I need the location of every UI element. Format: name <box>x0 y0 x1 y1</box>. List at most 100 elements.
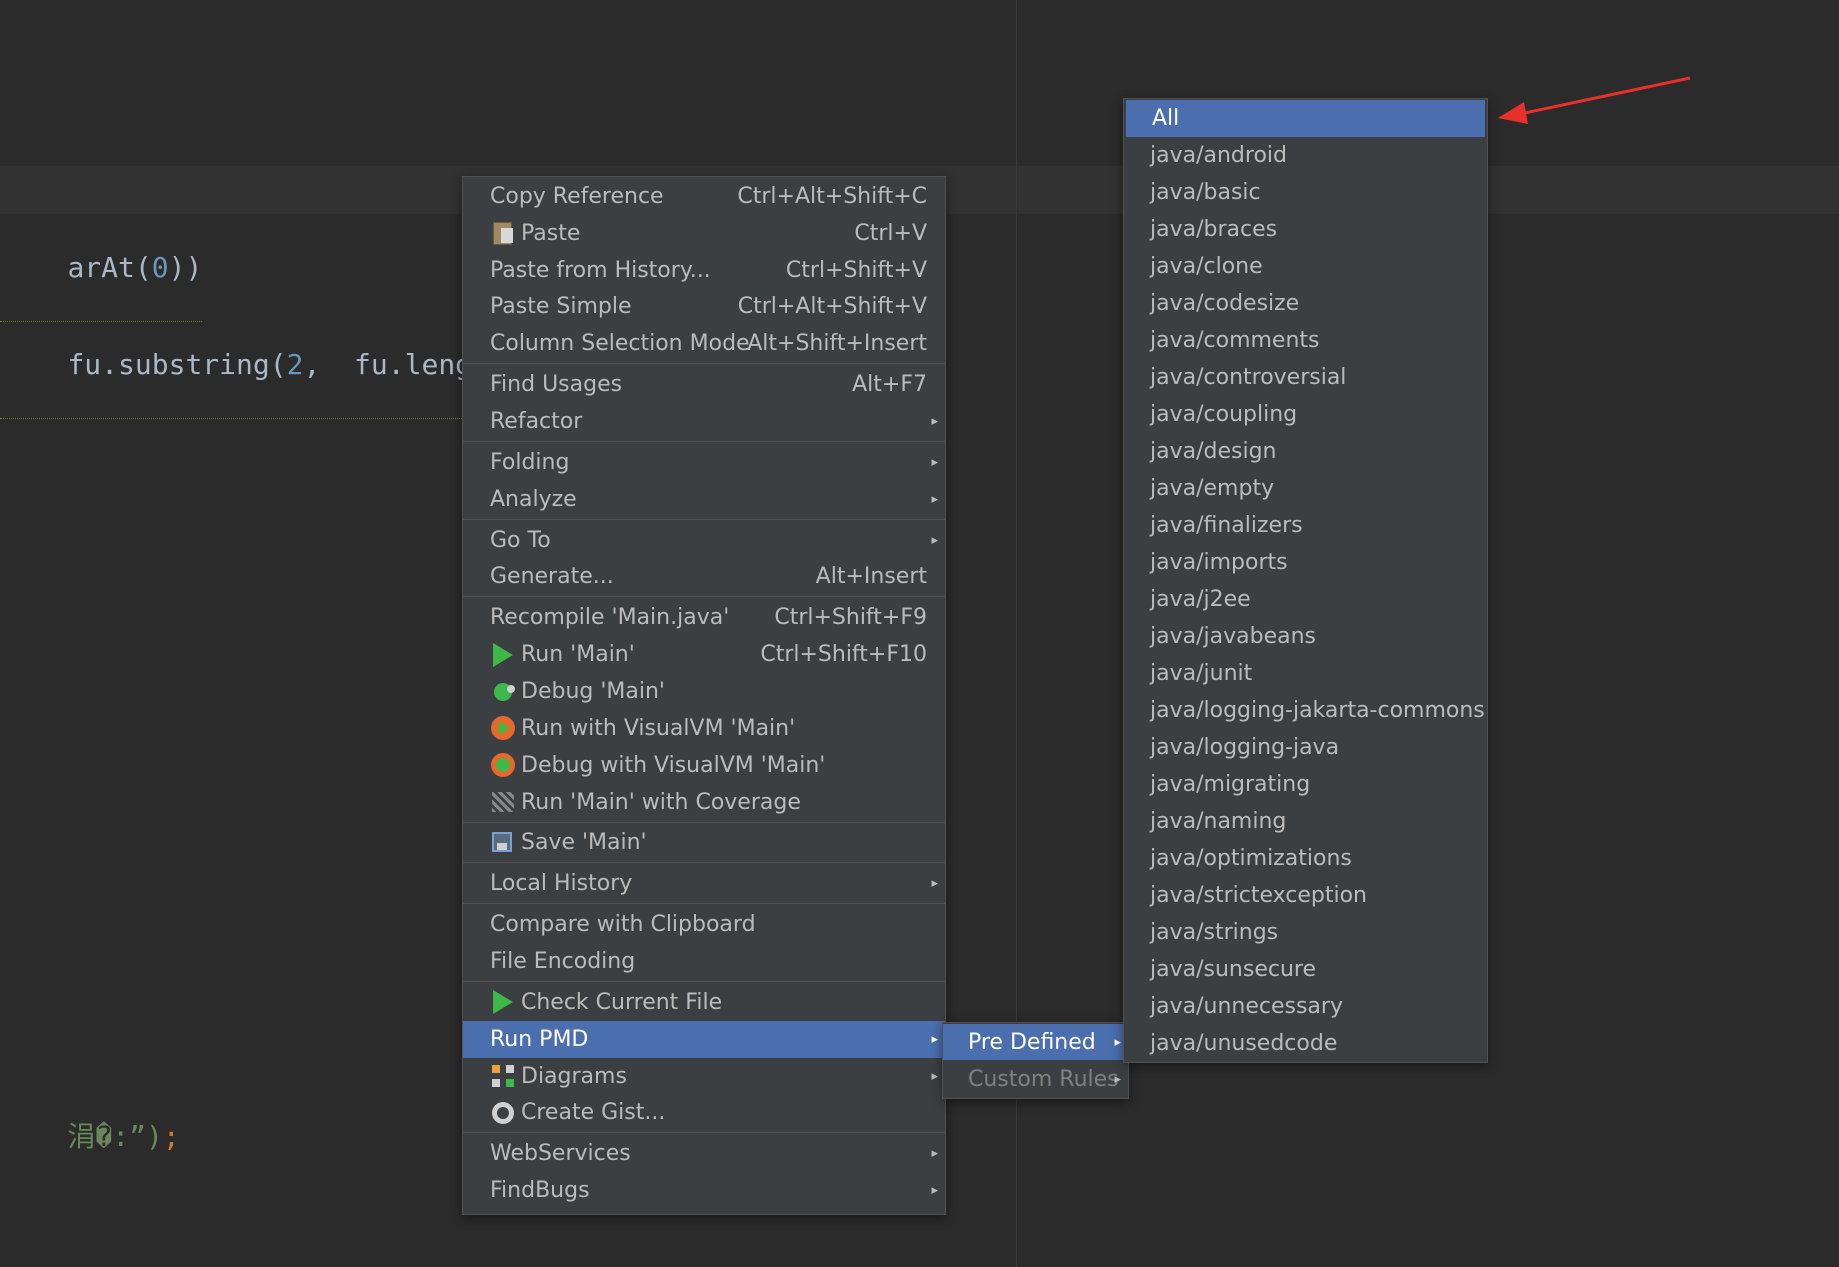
menu-item-shortcut: Ctrl+V <box>854 220 927 246</box>
menu-item-text: WebServices <box>490 1141 631 1167</box>
menu-item-column-selection-mode[interactable]: Column Selection Mode Alt+Shift+Insert <box>463 325 945 362</box>
menu-item-text: Run 'Main' <box>521 642 635 668</box>
submenu-arrow-icon: ▸ <box>1114 1034 1121 1050</box>
menu-item-text: Create Gist... <box>521 1100 666 1126</box>
menu-item-label: Paste Simple <box>490 294 632 319</box>
rule-item-java-sunsecure[interactable]: java/sunsecure <box>1124 951 1487 988</box>
rule-item-java-unusedcode[interactable]: java/unusedcode <box>1124 1025 1487 1062</box>
menu-item-findbugs[interactable]: FindBugs ▸ <box>463 1172 945 1209</box>
rule-item-java-controversial[interactable]: java/controversial <box>1124 359 1487 396</box>
coverage-icon <box>490 789 516 815</box>
menu-separator <box>463 980 945 982</box>
menu-item-label: Go To <box>490 528 551 553</box>
submenu-arrow-icon: ▸ <box>931 454 938 470</box>
submenu-arrow-icon: ▸ <box>931 414 938 430</box>
rule-item-java-basic[interactable]: java/basic <box>1124 174 1487 211</box>
menu-item-run-with-visualvm-main[interactable]: Run with VisualVM 'Main' <box>463 710 945 747</box>
rule-item-java-finalizers[interactable]: java/finalizers <box>1124 507 1487 544</box>
menu-item-custom-rules[interactable]: Custom Rules ▸ <box>943 1061 1128 1097</box>
menu-item-text: Run 'Main' with Coverage <box>521 789 801 815</box>
rule-item-java-comments[interactable]: java/comments <box>1124 322 1487 359</box>
menu-item-text: Analyze <box>490 486 577 512</box>
rule-item-java-imports[interactable]: java/imports <box>1124 544 1487 581</box>
menu-item-text: Generate... <box>490 564 614 590</box>
rule-item-java-migrating[interactable]: java/migrating <box>1124 766 1487 803</box>
menu-item-text: Paste from History... <box>490 257 711 283</box>
rule-item-java-logging-java[interactable]: java/logging-java <box>1124 729 1487 766</box>
code-semicolon: ; <box>162 1120 180 1153</box>
code-number: 0 <box>151 251 169 284</box>
menu-item-label: Custom Rules <box>968 1066 1119 1092</box>
rule-item-java-clone[interactable]: java/clone <box>1124 248 1487 285</box>
menu-item-label: Copy Reference <box>490 184 664 209</box>
menu-item-webservices[interactable]: WebServices ▸ <box>463 1135 945 1172</box>
menu-item-label: Run PMD <box>490 1027 588 1052</box>
menu-item-create-gist[interactable]: Create Gist... <box>463 1095 945 1132</box>
menu-item-generate[interactable]: Generate... Alt+Insert <box>463 559 945 596</box>
rule-item-java-optimizations[interactable]: java/optimizations <box>1124 840 1487 877</box>
code-token: arAt <box>67 251 135 284</box>
menu-separator <box>463 363 945 365</box>
rule-item-java-design[interactable]: java/design <box>1124 433 1487 470</box>
diagrams-icon <box>490 1063 516 1089</box>
menu-item-recompile-main-java[interactable]: Recompile 'Main.java' Ctrl+Shift+F9 <box>463 599 945 636</box>
rule-item-java-android[interactable]: java/android <box>1124 137 1487 174</box>
menu-item-label: Column Selection Mode <box>490 331 750 356</box>
rule-item-label: java/j2ee <box>1150 587 1251 612</box>
menu-item-run-pmd[interactable]: Run PMD ▸ <box>463 1020 945 1058</box>
menu-item-paste[interactable]: Paste Ctrl+V <box>463 215 945 252</box>
rule-item-java-javabeans[interactable]: java/javabeans <box>1124 618 1487 655</box>
menu-item-analyze[interactable]: Analyze ▸ <box>463 481 945 518</box>
menu-item-copy-reference[interactable]: Copy Reference Ctrl+Alt+Shift+C <box>463 178 945 215</box>
visualvm-run-icon <box>490 715 516 741</box>
rule-item-java-naming[interactable]: java/naming <box>1124 803 1487 840</box>
menu-item-save-main[interactable]: Save 'Main' <box>463 825 945 862</box>
menu-separator <box>463 518 945 520</box>
menu-item-label: Debug with VisualVM 'Main' <box>490 752 825 778</box>
submenu-arrow-icon: ▸ <box>931 1146 938 1162</box>
menu-item-compare-with-clipboard[interactable]: Compare with Clipboard <box>463 906 945 943</box>
menu-item-paste-from-history[interactable]: Paste from History... Ctrl+Shift+V <box>463 252 945 289</box>
menu-item-text: Paste Simple <box>490 294 632 320</box>
menu-item-check-current-file[interactable]: Check Current File <box>463 984 945 1021</box>
rule-item-label: java/design <box>1150 439 1277 464</box>
menu-item-go-to[interactable]: Go To ▸ <box>463 522 945 559</box>
rule-item-all[interactable]: All <box>1126 100 1485 137</box>
rule-item-label: java/naming <box>1150 809 1287 834</box>
save-icon <box>490 830 516 856</box>
rule-item-java-codesize[interactable]: java/codesize <box>1124 285 1487 322</box>
menu-item-refactor[interactable]: Refactor ▸ <box>463 403 945 440</box>
menu-item-label: Run 'Main' <box>490 642 635 668</box>
menu-item-paste-simple[interactable]: Paste Simple Ctrl+Alt+Shift+V <box>463 289 945 326</box>
menu-item-folding[interactable]: Folding ▸ <box>463 444 945 481</box>
menu-item-local-history[interactable]: Local History ▸ <box>463 865 945 902</box>
rule-item-label: java/finalizers <box>1150 513 1303 538</box>
rule-item-label: java/sunsecure <box>1150 957 1316 982</box>
menu-item-debug-with-visualvm-main[interactable]: Debug with VisualVM 'Main' <box>463 747 945 784</box>
rule-item-java-coupling[interactable]: java/coupling <box>1124 396 1487 433</box>
rule-item-java-strictexception[interactable]: java/strictexception <box>1124 877 1487 914</box>
menu-item-run-main[interactable]: Run 'Main' Ctrl+Shift+F10 <box>463 636 945 673</box>
menu-item-find-usages[interactable]: Find Usages Alt+F7 <box>463 366 945 403</box>
menu-separator <box>463 596 945 598</box>
rule-item-java-strings[interactable]: java/strings <box>1124 914 1487 951</box>
menu-item-shortcut: Ctrl+Shift+F9 <box>774 605 927 631</box>
menu-item-debug-main[interactable]: Debug 'Main' <box>463 673 945 710</box>
menu-item-file-encoding[interactable]: File Encoding <box>463 943 945 980</box>
rule-item-java-logging-jakarta-commons[interactable]: java/logging-jakarta-commons <box>1124 692 1487 729</box>
menu-item-diagrams[interactable]: Diagrams ▸ <box>463 1058 945 1095</box>
rule-item-java-empty[interactable]: java/empty <box>1124 470 1487 507</box>
code-line[interactable]: 涓�:”); <box>0 1082 180 1188</box>
code-line[interactable]: arAt(0)) <box>0 218 203 322</box>
menu-item-run-main-with-coverage[interactable]: Run 'Main' with Coverage <box>463 784 945 821</box>
menu-item-text: Save 'Main' <box>521 830 647 856</box>
rule-item-java-unnecessary[interactable]: java/unnecessary <box>1124 988 1487 1025</box>
menu-item-text: FindBugs <box>490 1178 590 1204</box>
menu-item-pre-defined[interactable]: Pre Defined ▸ <box>943 1024 1128 1060</box>
rule-item-java-junit[interactable]: java/junit <box>1124 655 1487 692</box>
rule-item-java-j2ee[interactable]: java/j2ee <box>1124 581 1487 618</box>
submenu-arrow-icon: ▸ <box>931 1031 938 1047</box>
menu-item-label: Diagrams <box>490 1063 627 1089</box>
rule-item-label: java/strictexception <box>1150 883 1367 908</box>
rule-item-java-braces[interactable]: java/braces <box>1124 211 1487 248</box>
